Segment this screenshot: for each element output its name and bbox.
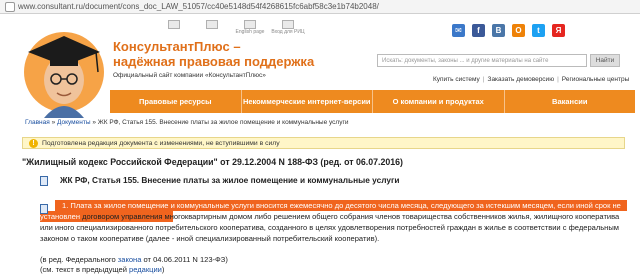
social-links: ✉ f В О t Я: [452, 24, 565, 37]
warning-icon: !: [29, 138, 38, 148]
mail-icon[interactable]: ✉: [452, 24, 465, 37]
header-links: Купить систему | Заказать демоверсию | Регио…: [430, 76, 632, 83]
edition-notice: ! Подготовлена редакция документа с изме…: [22, 137, 625, 149]
english-icon[interactable]: English page: [236, 20, 264, 38]
facebook-icon[interactable]: f: [472, 24, 485, 37]
odnoklassniki-icon[interactable]: О: [512, 24, 525, 37]
breadcrumb-current: ЖК РФ, Статья 155. Внесение платы за жил…: [97, 119, 349, 126]
yandex-icon[interactable]: Я: [552, 24, 565, 37]
login-caption: Вход для РИЦ: [271, 29, 305, 35]
nav-about-company[interactable]: О компании и продуктах: [373, 90, 505, 113]
login-glyph: [282, 20, 294, 29]
article-paragraph: 1. Плата за жилое помещение и коммунальн…: [40, 200, 625, 244]
url-text[interactable]: www.consultant.ru/document/cons_doc_LAW_…: [18, 2, 379, 11]
sitemap-icon[interactable]: [204, 20, 220, 38]
top-icon-bar: English page Вход для РИЦ: [166, 20, 305, 38]
previous-edition-link[interactable]: редакции: [129, 265, 162, 274]
sitemap-glyph: [206, 20, 218, 29]
breadcrumb-separator: »: [92, 119, 96, 126]
site-header: English page Вход для РИЦ КонсультантПлю…: [0, 14, 640, 118]
logo-icon[interactable]: [22, 22, 106, 118]
breadcrumb-home[interactable]: Главная: [25, 119, 50, 126]
english-glyph: [244, 20, 256, 29]
edition-note: (в ред. Федерального закона от 04.06.201…: [40, 255, 228, 265]
article-title: ЖК РФ, Статья 155. Внесение платы за жил…: [60, 175, 400, 185]
site-title[interactable]: КонсультантПлюс –: [113, 39, 241, 54]
nav-noncommercial-versions[interactable]: Некоммерческие интернет-версии: [242, 90, 373, 113]
buy-system-link[interactable]: Купить систему: [430, 76, 483, 83]
document-icon[interactable]: [40, 176, 48, 186]
order-demo-link[interactable]: Заказать демоверсию: [485, 76, 558, 83]
vk-icon[interactable]: В: [492, 24, 505, 37]
previous-prefix: (см. текст в предыдущей: [40, 265, 130, 274]
search-button[interactable]: Найти: [590, 54, 620, 67]
law-link[interactable]: закона: [118, 255, 142, 264]
search-input[interactable]: Искать: документы, законы ... и другие м…: [377, 54, 587, 67]
nav-vacancies[interactable]: Вакансии: [505, 90, 636, 113]
edition-suffix: от 04.06.2011 N 123-ФЗ): [141, 255, 228, 264]
breadcrumb-docs[interactable]: Документы: [57, 119, 91, 126]
breadcrumb: Главная » Документы » ЖК РФ, Статья 155.…: [25, 119, 348, 126]
twitter-icon[interactable]: t: [532, 24, 545, 37]
site-subtitle: Официальный сайт компании «КонсультантПл…: [113, 72, 266, 79]
edition-prefix: (в ред. Федерального: [40, 255, 118, 264]
breadcrumb-separator: »: [51, 119, 56, 126]
home-glyph: [168, 20, 180, 29]
site-tagline: надёжная правовая поддержка: [113, 54, 315, 69]
page-icon: [5, 1, 15, 12]
login-icon[interactable]: Вход для РИЦ: [271, 20, 305, 38]
previous-suffix: ): [161, 265, 165, 274]
main-nav: Правовые ресурсы Некоммерческие интернет…: [110, 90, 635, 113]
notice-text: Подготовлена редакция документа с измене…: [42, 139, 280, 147]
document-title: "Жилищный кодекс Российской Федерации" о…: [22, 157, 403, 167]
english-caption: English page: [235, 29, 265, 35]
regional-centers-link[interactable]: Региональные центры: [559, 76, 632, 83]
paragraph-text: договором управления многоквартирным дом…: [40, 212, 620, 243]
previous-edition-note: (см. текст в предыдущей редакции): [40, 265, 164, 275]
paragraph-indent: [40, 201, 62, 210]
browser-url-bar[interactable]: www.consultant.ru/document/cons_doc_LAW_…: [0, 0, 640, 14]
nav-legal-resources[interactable]: Правовые ресурсы: [110, 90, 242, 113]
home-icon[interactable]: [166, 20, 182, 38]
